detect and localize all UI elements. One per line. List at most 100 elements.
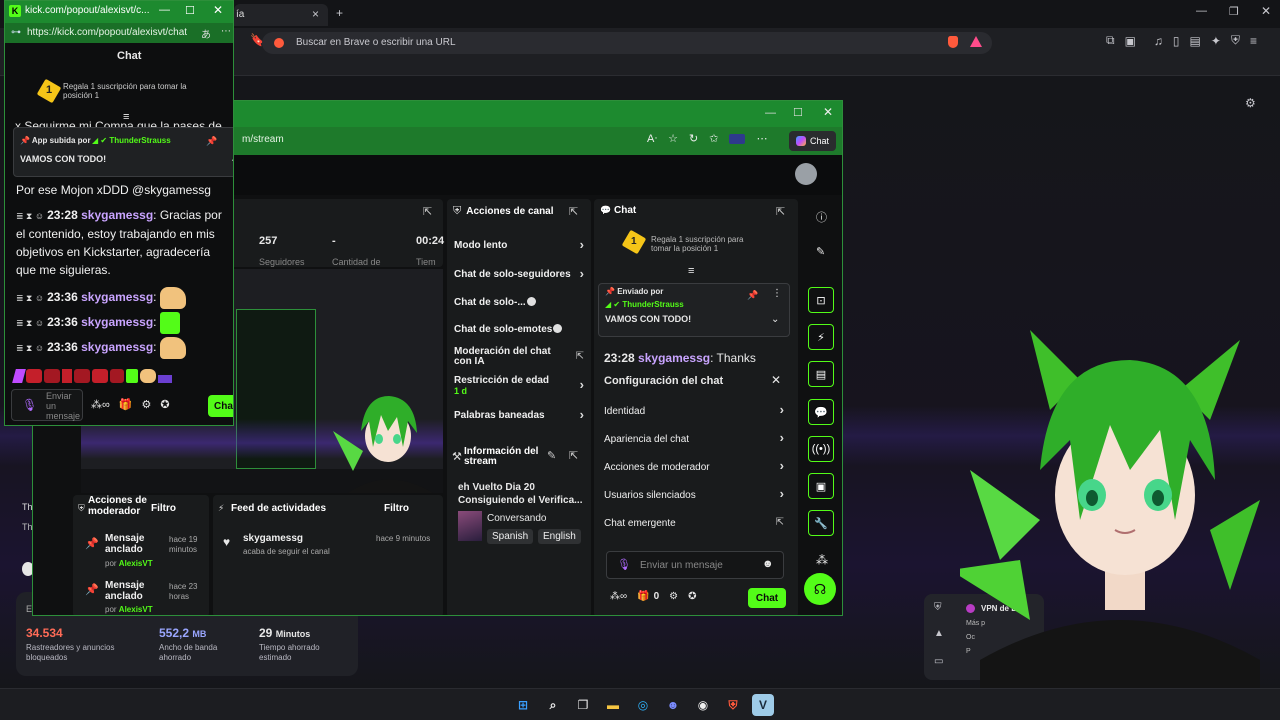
maximize-icon[interactable]: ☐ bbox=[185, 4, 195, 17]
popout-icon[interactable]: ⇱ bbox=[569, 205, 578, 218]
leo-icon[interactable]: ✦ bbox=[1211, 34, 1221, 48]
new-tab-button[interactable]: + bbox=[336, 6, 343, 20]
document-icon[interactable]: ▤ bbox=[808, 361, 834, 387]
maximize-icon[interactable]: ☐ bbox=[793, 106, 803, 119]
windows-start-icon[interactable]: ⊞ bbox=[512, 694, 534, 716]
brave-rewards-icon[interactable] bbox=[970, 36, 982, 47]
more-icon[interactable]: ⋯ bbox=[221, 26, 231, 37]
music-icon[interactable]: ♫ bbox=[1154, 34, 1163, 48]
minimize-icon[interactable]: — bbox=[159, 4, 170, 16]
microphone-icon[interactable]: 🎙 bbox=[617, 558, 631, 571]
gift-text[interactable]: Regala 1 suscripción para tomar la posic… bbox=[63, 82, 213, 100]
broadcast-icon[interactable]: ((•)) bbox=[808, 436, 834, 462]
wallet-icon[interactable]: ▤ bbox=[1190, 34, 1201, 48]
settings-icon[interactable]: ⚙ bbox=[142, 398, 152, 411]
tag-spanish[interactable]: Spanish bbox=[487, 529, 534, 544]
pencil-icon[interactable]: ✎ bbox=[816, 245, 825, 258]
brave-icon[interactable]: ⛨ bbox=[722, 694, 744, 716]
mod-filter-button[interactable]: Filtro bbox=[151, 503, 176, 514]
pinned-user[interactable]: ◢ ✔ ThunderStrauss bbox=[92, 136, 171, 145]
settings-muted-users[interactable]: Usuarios silenciados › bbox=[604, 486, 784, 501]
screen-icon[interactable]: ⊡ bbox=[808, 287, 834, 313]
pinned-user[interactable]: ◢ ✔ ThunderStrauss bbox=[605, 300, 684, 309]
infinity-icon[interactable]: ⁂∞ bbox=[610, 591, 627, 602]
settings-popout-chat[interactable]: Chat emergente ⇱ bbox=[604, 517, 784, 529]
search-icon[interactable]: ⌕ bbox=[542, 694, 564, 716]
support-button[interactable]: ☊ bbox=[804, 573, 836, 605]
edge-url[interactable]: m/stream bbox=[242, 134, 284, 145]
edge-icon[interactable]: ◎ bbox=[632, 694, 654, 716]
popout-url[interactable]: https://kick.com/popout/alexisvt/chat bbox=[27, 27, 187, 38]
edit-pencil-icon[interactable]: ✎ bbox=[547, 449, 556, 462]
more-icon[interactable]: ⋯ bbox=[756, 132, 767, 145]
banned-words-row[interactable]: Palabras baneadas › bbox=[454, 407, 584, 427]
settings-identity[interactable]: Identidad › bbox=[604, 402, 784, 417]
ai-moderation-row[interactable]: Moderación del chat con IA ⇱ bbox=[454, 347, 584, 371]
slow-mode-row[interactable]: Modo lento › bbox=[454, 237, 584, 257]
wrench-icon[interactable]: 🔧 bbox=[808, 510, 834, 536]
brave-shields-icon[interactable] bbox=[948, 36, 958, 48]
popout-icon[interactable]: ⇱ bbox=[776, 205, 785, 218]
vtube-studio-icon[interactable]: V bbox=[752, 694, 774, 716]
gift-text[interactable]: Regala 1 suscripción para tomar la posic… bbox=[651, 235, 761, 253]
chat-icon[interactable]: 💬 bbox=[808, 399, 834, 425]
unpin-icon[interactable]: 📌 bbox=[747, 290, 758, 301]
activity-filter-button[interactable]: Filtro bbox=[384, 503, 409, 514]
discord-icon[interactable]: ☻ bbox=[662, 694, 684, 716]
avatar[interactable] bbox=[795, 163, 817, 185]
refresh-icon[interactable]: ↻ bbox=[689, 132, 698, 145]
brave-tab[interactable]: ía × bbox=[234, 4, 328, 26]
emote-icon[interactable]: ✪ bbox=[160, 398, 169, 411]
extension-icon[interactable] bbox=[729, 133, 746, 144]
close-icon[interactable]: ✕ bbox=[213, 3, 223, 17]
chat-input[interactable]: 🎙 Enviar un mensaje bbox=[11, 389, 83, 421]
gift-icon[interactable]: 🎁 bbox=[637, 591, 649, 602]
microphone-icon[interactable]: 🎙 bbox=[22, 398, 37, 412]
popout-icon[interactable]: ⇱ bbox=[569, 449, 578, 462]
menu-icon[interactable]: ≡ bbox=[1250, 34, 1257, 48]
translate-icon[interactable]: あ bbox=[201, 26, 211, 41]
close-icon[interactable]: × bbox=[312, 7, 319, 21]
chevron-down-icon[interactable]: ⌄ bbox=[771, 314, 779, 325]
obs-icon[interactable]: ◉ bbox=[692, 694, 714, 716]
close-icon[interactable]: ✕ bbox=[823, 105, 833, 119]
sidebar-icon[interactable]: ▯ bbox=[1173, 34, 1180, 48]
copilot-chat-button[interactable]: Chat bbox=[789, 131, 837, 151]
activity-user[interactable]: skygamessg bbox=[243, 533, 303, 544]
close-window-icon[interactable]: ✕ bbox=[1261, 4, 1271, 18]
settings-icon[interactable]: ⚙ bbox=[669, 591, 678, 602]
settings-appearance[interactable]: Apariencia del chat › bbox=[604, 430, 784, 445]
file-explorer-icon[interactable]: ▬ bbox=[602, 694, 624, 716]
chevron-down-icon[interactable]: ⌄ bbox=[230, 154, 233, 165]
close-icon[interactable]: ✕ bbox=[771, 373, 781, 387]
category-name[interactable]: Conversando bbox=[487, 513, 546, 524]
minimize-icon[interactable]: — bbox=[765, 107, 776, 119]
task-view-icon[interactable]: ❐ bbox=[572, 694, 594, 716]
brave-address-bar[interactable]: Buscar en Brave o escribir una URL bbox=[262, 32, 992, 54]
more-icon[interactable]: ⋮ bbox=[772, 288, 782, 299]
age-restriction-row[interactable]: Restricción de edad 1 d › bbox=[454, 375, 584, 399]
emote-icon[interactable]: ✪ bbox=[688, 591, 696, 602]
minimize-icon[interactable]: — bbox=[1196, 5, 1207, 17]
favorites-icon[interactable]: ✩ bbox=[709, 132, 718, 145]
popout-icon[interactable]: ⇱ bbox=[423, 205, 432, 218]
scroll-down-icon[interactable]: ≡ bbox=[688, 265, 694, 277]
apps-icon[interactable]: ⁂ bbox=[816, 553, 828, 567]
send-chat-button[interactable]: Chat bbox=[748, 588, 786, 608]
gift-icon[interactable]: 🎁 bbox=[119, 398, 133, 411]
unpin-icon[interactable]: 📌 bbox=[206, 136, 217, 147]
puzzle-icon[interactable]: ⧉ bbox=[1106, 33, 1115, 48]
settings-mod-actions[interactable]: Acciones de moderador › bbox=[604, 458, 784, 473]
read-aloud-icon[interactable]: Aᐧ bbox=[647, 132, 657, 145]
info-icon[interactable]: ⓘ bbox=[816, 209, 827, 225]
emoji-icon[interactable]: ☻ bbox=[762, 558, 774, 570]
followers-only-row[interactable]: Chat de solo-seguidores › bbox=[454, 266, 584, 286]
tag-english[interactable]: English bbox=[538, 529, 581, 544]
settings-gear-icon[interactable]: ⚙ bbox=[1245, 96, 1256, 110]
maximize-icon[interactable]: ❐ bbox=[1229, 5, 1239, 18]
camera-icon[interactable]: ▣ bbox=[1125, 34, 1136, 48]
layout-icon[interactable]: ▣ bbox=[808, 473, 834, 499]
vpn-icon[interactable]: ⛨ bbox=[1231, 33, 1240, 48]
infinity-icon[interactable]: ⁂∞ bbox=[91, 398, 110, 411]
lightning-icon[interactable]: ⚡ bbox=[808, 324, 834, 350]
